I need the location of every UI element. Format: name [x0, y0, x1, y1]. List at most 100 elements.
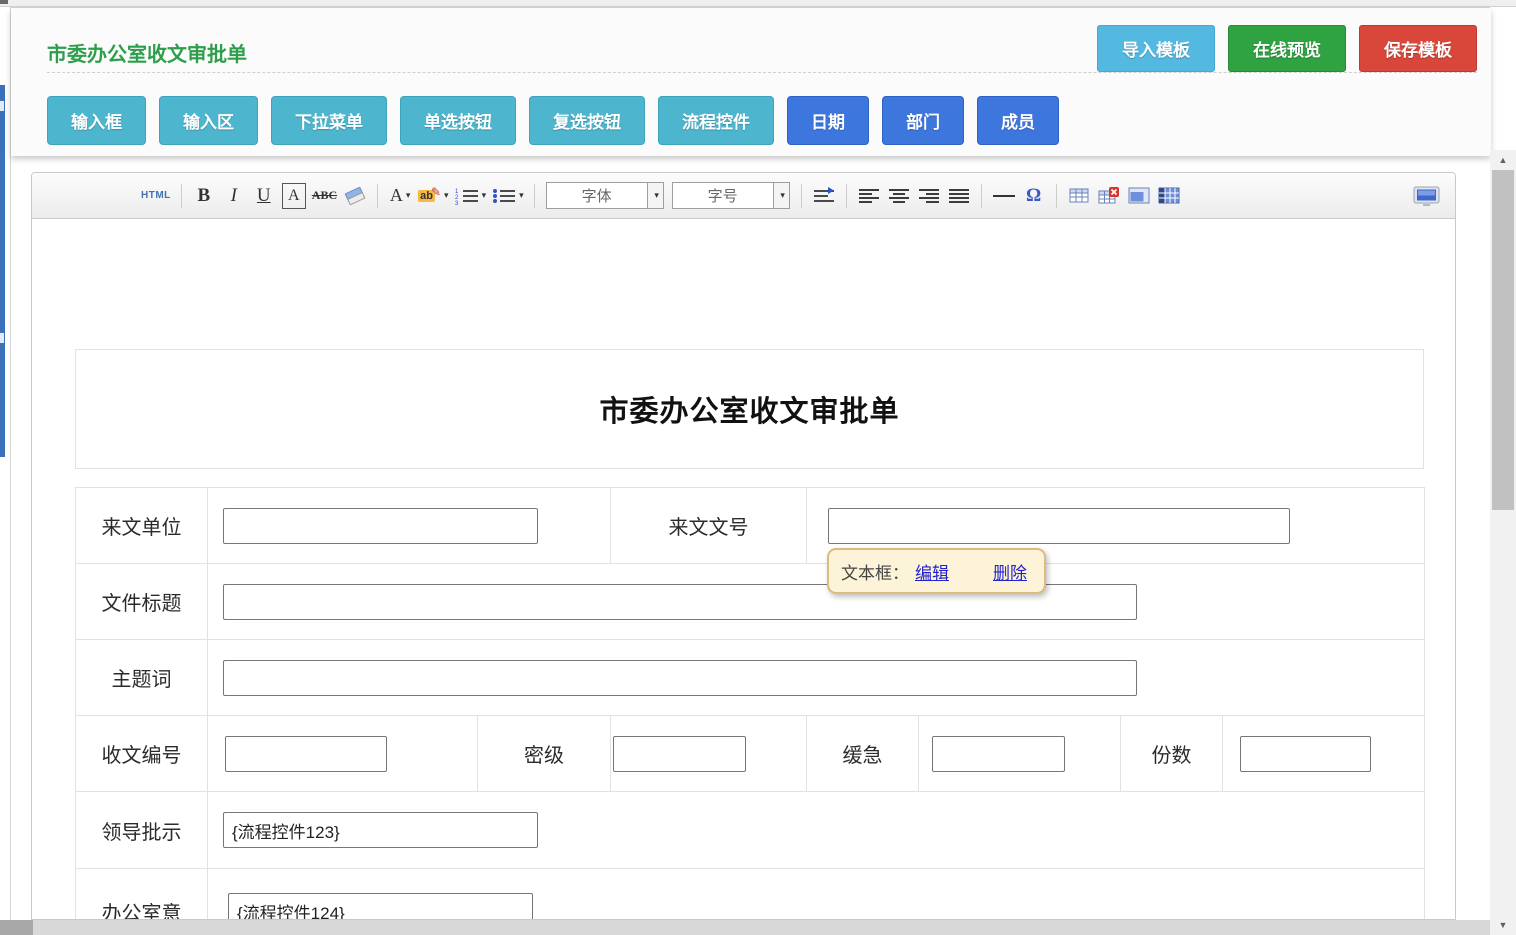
control-input-box-button[interactable]: 输入框 [47, 96, 146, 145]
form-title-table: 市委办公室收文审批单 [75, 349, 1424, 469]
control-date-button[interactable]: 日期 [787, 96, 869, 145]
field-label: 办公室意 [76, 869, 208, 921]
fullscreen-icon[interactable] [1413, 183, 1440, 209]
incoming-doc-number-input[interactable] [828, 508, 1290, 544]
table-row: 办公室意 [76, 869, 1425, 921]
horizontal-rule-icon[interactable] [992, 183, 1016, 209]
table-row: 领导批示 [76, 792, 1425, 869]
italic-icon[interactable]: I [222, 183, 246, 209]
field-label: 收文编号 [76, 716, 208, 792]
toolbar-separator [1056, 184, 1057, 208]
highlight-color-icon[interactable]: ab ✎ ▾ [418, 183, 448, 209]
delete-table-icon[interactable] [1097, 183, 1121, 209]
field-label: 文件标题 [76, 564, 208, 640]
receipt-number-input[interactable] [225, 736, 387, 772]
table-row: 来文单位 来文文号 [76, 488, 1425, 564]
editor-content[interactable]: 市委办公室收文审批单 来文单位 来文文号 文件标题 主题词 收文 [32, 219, 1455, 920]
control-member-button[interactable]: 成员 [977, 96, 1059, 145]
form-table: 来文单位 来文文号 文件标题 主题词 收文编号 密级 缓急 份数 [75, 487, 1425, 920]
caret-down-icon: ▾ [647, 183, 663, 208]
top-edge-strip [0, 0, 1516, 7]
editor-toolbar: HTML B I U A ABC A ▾ ab ✎ ▾ 1 [32, 173, 1455, 219]
office-opinion-input[interactable] [228, 893, 533, 920]
char-style-icon[interactable]: A [282, 183, 306, 209]
eraser-icon[interactable] [343, 183, 367, 209]
online-preview-button[interactable]: 在线预览 [1228, 25, 1346, 72]
cell-properties-icon[interactable] [1157, 183, 1181, 209]
align-center-icon[interactable] [887, 183, 911, 209]
ordered-list-icon[interactable]: 1 2 3 ▾ [455, 183, 487, 209]
sidebar-glyph-fragment [0, 333, 4, 343]
caret-down-icon: ▾ [406, 190, 411, 201]
vertical-scrollbar[interactable]: ▲ ▼ [1490, 150, 1516, 935]
pencil-icon: ✎ [431, 185, 441, 199]
table-row: 收文编号 密级 缓急 份数 [76, 716, 1425, 792]
toolbar-separator [981, 184, 982, 208]
urgency-input[interactable] [932, 736, 1065, 772]
field-label: 密级 [478, 716, 611, 792]
form-control-toolbox: 输入框 输入区 下拉菜单 单选按钮 复选按钮 流程控件 日期 部门 成员 [47, 96, 1059, 145]
tooltip-label: 文本框： [841, 559, 909, 584]
corner-fragment [0, 0, 8, 4]
toolbar-separator [846, 184, 847, 208]
field-label: 来文单位 [76, 488, 208, 564]
align-right-icon[interactable] [917, 183, 941, 209]
bullet-list-icon[interactable]: ▾ [492, 183, 524, 209]
font-family-select[interactable]: 字体 ▾ [546, 182, 664, 209]
save-template-button[interactable]: 保存模板 [1359, 25, 1477, 72]
caret-down-icon: ▾ [773, 183, 789, 208]
field-label: 领导批示 [76, 792, 208, 869]
caret-down-icon: ▾ [519, 190, 524, 201]
leader-instructions-input[interactable] [223, 812, 538, 848]
control-dropdown-button[interactable]: 下拉菜单 [271, 96, 387, 145]
underline-icon[interactable]: U [252, 183, 276, 209]
header-divider [47, 72, 1477, 73]
edit-link[interactable]: 编辑 [915, 559, 949, 584]
align-justify-icon[interactable] [947, 183, 971, 209]
field-label: 主题词 [76, 640, 208, 716]
font-size-select[interactable]: 字号 ▾ [672, 182, 790, 209]
rich-text-editor: HTML B I U A ABC A ▾ ab ✎ ▾ 1 [31, 172, 1456, 920]
delete-link[interactable]: 删除 [993, 559, 1027, 584]
horizontal-scrollbar-thumb[interactable] [0, 920, 33, 935]
field-label: 份数 [1121, 716, 1223, 792]
textbox-context-tooltip: 文本框： 编辑 删除 [827, 548, 1046, 594]
field-label: 缓急 [807, 716, 919, 792]
bold-icon[interactable]: B [192, 183, 216, 209]
table-properties-icon[interactable] [1127, 183, 1151, 209]
header-action-buttons: 导入模板 在线预览 保存模板 [1097, 25, 1477, 72]
field-label: 来文文号 [611, 488, 807, 564]
toolbar-separator [181, 184, 182, 208]
special-char-icon[interactable]: Ω [1022, 183, 1046, 209]
horizontal-scrollbar[interactable] [0, 920, 1490, 935]
copies-input[interactable] [1240, 736, 1371, 772]
control-flow-widget-button[interactable]: 流程控件 [658, 96, 774, 145]
font-color-icon[interactable]: A ▾ [388, 183, 412, 209]
strikethrough-icon[interactable]: ABC [312, 183, 337, 209]
caret-down-icon: ▾ [482, 190, 487, 201]
import-template-button[interactable]: 导入模板 [1097, 25, 1215, 72]
align-left-icon[interactable] [857, 183, 881, 209]
control-department-button[interactable]: 部门 [882, 96, 964, 145]
table-row: 主题词 [76, 640, 1425, 716]
secrecy-level-input[interactable] [613, 736, 746, 772]
subject-words-input[interactable] [223, 660, 1137, 696]
control-textarea-button[interactable]: 输入区 [159, 96, 258, 145]
scroll-down-arrow[interactable]: ▼ [1490, 917, 1516, 933]
form-title: 市委办公室收文审批单 [76, 350, 1424, 469]
scrollbar-thumb[interactable] [1492, 170, 1514, 510]
incoming-unit-input[interactable] [223, 508, 538, 544]
insert-table-icon[interactable] [1067, 183, 1091, 209]
background-sidebar-sliver [0, 85, 5, 457]
control-checkbox-button[interactable]: 复选按钮 [529, 96, 645, 145]
toolbar-separator [377, 184, 378, 208]
indent-icon[interactable] [812, 183, 836, 209]
control-radio-button[interactable]: 单选按钮 [400, 96, 516, 145]
scroll-up-arrow[interactable]: ▲ [1490, 152, 1516, 168]
sidebar-glyph-fragment [0, 101, 4, 111]
table-row: 文件标题 [76, 564, 1425, 640]
html-source-icon[interactable]: HTML [141, 183, 171, 209]
caret-down-icon: ▾ [444, 190, 449, 201]
svg-text:3: 3 [455, 201, 459, 205]
panel-header: 市委办公室收文审批单 导入模板 在线预览 保存模板 输入框 输入区 下拉菜单 单… [11, 8, 1491, 156]
